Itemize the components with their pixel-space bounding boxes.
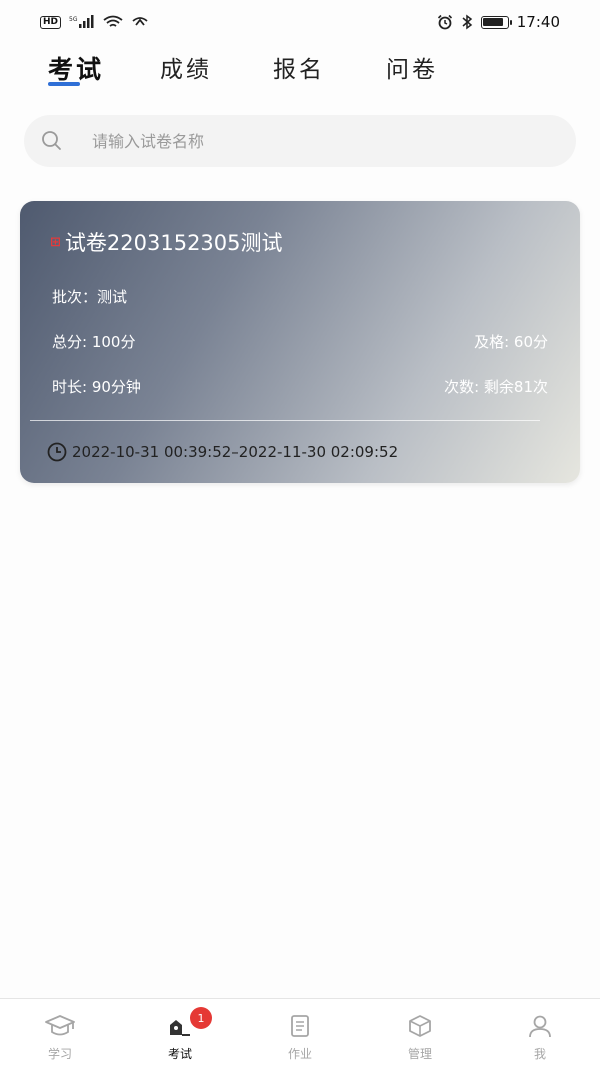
nav-item-homework[interactable]: 作业 xyxy=(240,999,360,1067)
exam-batch: 批次：测试 xyxy=(52,288,128,306)
clock-icon xyxy=(47,442,67,462)
tab-registration[interactable]: 报名 xyxy=(273,50,325,84)
nav-label-exam: 考试 xyxy=(167,1047,192,1061)
exam-pass-score: 及格: 60分 xyxy=(474,333,548,351)
search-bar[interactable] xyxy=(24,115,576,167)
graduation-cap-icon xyxy=(45,1015,75,1036)
batch-row: 批次：测试 xyxy=(52,286,548,307)
nav-label-study: 学习 xyxy=(47,1047,72,1061)
exam-card[interactable]: ⊞ 试卷2203152305测试 批次：测试 总分: 100分 及格: 60分 … xyxy=(20,201,580,483)
exam-title: ⊞ 试卷2203152305测试 xyxy=(50,227,283,257)
exam-duration: 时长: 90分钟 xyxy=(52,378,141,396)
top-tabs: 考试 成绩 报名 问卷 xyxy=(0,44,600,100)
user-icon xyxy=(529,1015,551,1038)
bluetooth-icon xyxy=(461,14,473,30)
document-icon xyxy=(291,1015,309,1037)
score-row: 总分: 100分 及格: 60分 xyxy=(52,331,548,352)
status-right: 17:40 xyxy=(437,13,560,31)
data-transfer-icon xyxy=(131,15,149,29)
tab-scores[interactable]: 成绩 xyxy=(160,50,212,84)
battery-icon xyxy=(480,15,512,29)
status-time: 17:40 xyxy=(516,13,560,31)
nav-label-me: 我 xyxy=(533,1047,546,1061)
signal-label: 5G xyxy=(69,16,78,23)
exam-badge: 1 xyxy=(190,1007,212,1029)
bottom-nav: 学习 1 考试 作业 管理 我 xyxy=(0,998,600,1067)
cube-icon xyxy=(409,1015,431,1037)
active-tab-indicator xyxy=(48,82,80,86)
nav-item-manage[interactable]: 管理 xyxy=(360,999,480,1067)
nav-item-study[interactable]: 学习 xyxy=(0,999,120,1067)
duration-row: 时长: 90分钟 次数: 剩余81次 xyxy=(52,376,548,397)
nav-item-me[interactable]: 我 xyxy=(480,999,600,1067)
exam-total-score: 总分: 100分 xyxy=(52,333,136,351)
status-bar: HD 5G 17:40 xyxy=(0,0,600,44)
exam-attempts: 次数: 剩余81次 xyxy=(444,378,548,396)
exam-title-text: 试卷2203152305测试 xyxy=(64,231,283,255)
status-left: HD 5G xyxy=(40,15,149,29)
nav-label-manage: 管理 xyxy=(407,1047,432,1061)
nav-label-homework: 作业 xyxy=(287,1047,312,1061)
tab-exam[interactable]: 考试 xyxy=(48,50,104,86)
signal-icon: 5G xyxy=(69,15,95,29)
exam-mark-icon: ⊞ xyxy=(50,234,61,250)
card-divider xyxy=(30,420,540,421)
exam-time-range: 2022-10-31 00:39:52–2022-11-30 02:09:52 xyxy=(46,441,398,463)
tab-questionnaire[interactable]: 问卷 xyxy=(386,50,438,84)
alarm-icon xyxy=(437,14,453,30)
wifi-icon xyxy=(103,15,123,29)
search-icon xyxy=(42,131,61,150)
nav-item-exam[interactable]: 1 考试 xyxy=(120,999,240,1067)
search-input[interactable] xyxy=(90,130,530,152)
exam-time-range-text: 2022-10-31 00:39:52–2022-11-30 02:09:52 xyxy=(72,443,399,461)
hd-icon: HD xyxy=(40,15,62,29)
